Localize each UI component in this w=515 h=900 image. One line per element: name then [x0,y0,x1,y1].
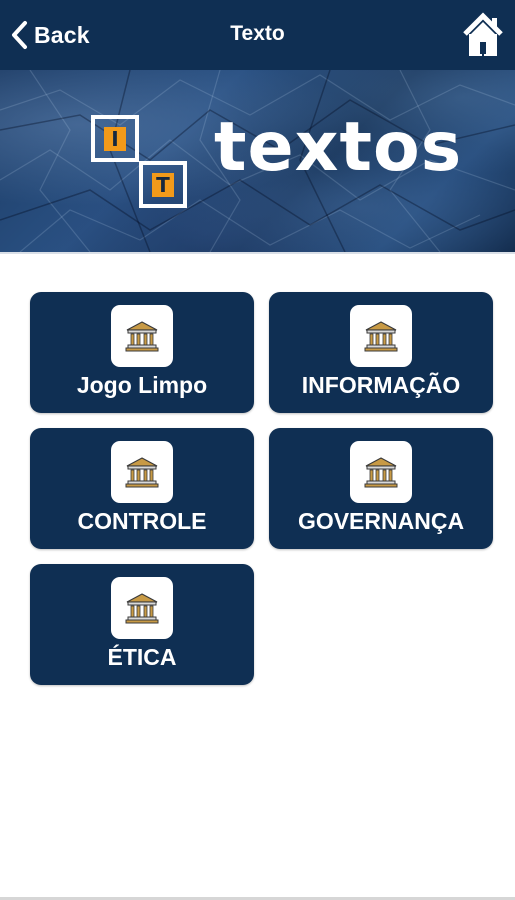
it-logo: I T [91,115,191,210]
logo-box-t: T [139,161,187,208]
chevron-left-icon [12,21,27,49]
bank-icon [125,321,159,352]
tile-etica[interactable]: ÉTICA [30,564,254,685]
banner-title: textos [214,108,463,187]
logo-letter-t: T [152,172,174,197]
bank-icon [364,457,398,488]
bank-icon [125,457,159,488]
logo-box-i: I [91,115,139,162]
tile-label: ÉTICA [107,644,177,670]
tile-icon-container [350,441,412,503]
tile-jogo-limpo[interactable]: Jogo Limpo [30,292,254,413]
tile-label: GOVERNANÇA [297,508,465,534]
top-app-bar: Back Texto [0,0,515,70]
tile-label: CONTROLE [77,508,207,534]
tile-governanca[interactable]: GOVERNANÇA [269,428,493,549]
bank-icon [125,593,159,624]
back-button[interactable]: Back [10,16,90,54]
tile-icon-container [350,305,412,367]
tile-label: INFORMAÇÃO [301,372,461,398]
tile-controle[interactable]: CONTROLE [30,428,254,549]
divider [0,252,515,254]
tile-informacao[interactable]: INFORMAÇÃO [269,292,493,413]
logo-letter-i: I [104,126,126,151]
banner: I T textos [0,70,515,252]
tile-icon-container [111,305,173,367]
home-icon [463,12,503,56]
tile-icon-container [111,577,173,639]
tile-label: Jogo Limpo [76,372,208,398]
tile-icon-container [111,441,173,503]
back-label: Back [34,21,90,48]
home-button[interactable] [459,10,507,58]
bank-icon [364,321,398,352]
